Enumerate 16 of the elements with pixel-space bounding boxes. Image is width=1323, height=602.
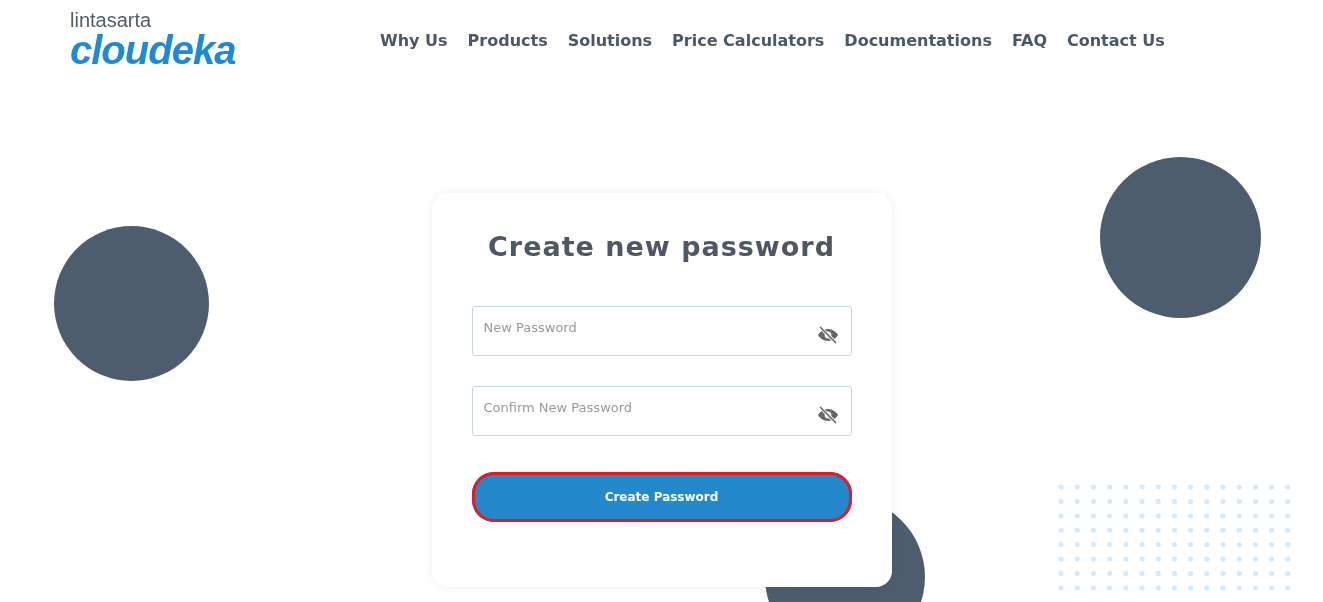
nav-link[interactable]: Contact Us — [1067, 30, 1165, 50]
nav-link[interactable]: Documentations — [844, 30, 992, 50]
form-title: Create new password — [487, 231, 836, 262]
nav-link[interactable]: Price Calculators — [672, 30, 825, 50]
password-field[interactable]: Confirm New Password — [471, 386, 852, 436]
eye-slash-icon[interactable] — [816, 406, 839, 424]
nav-link[interactable]: Why Us — [380, 30, 448, 50]
nav-link[interactable]: Solutions — [567, 30, 653, 50]
create-password-button[interactable]: Create Password — [471, 472, 852, 522]
logo-company-text: lintasarta — [70, 10, 153, 30]
logo[interactable]: lintasarta cloudeka — [70, 10, 380, 70]
password-field[interactable]: New Password — [471, 306, 852, 356]
eye-slash-icon[interactable] — [816, 326, 839, 344]
nav-link[interactable]: FAQ — [1011, 30, 1047, 50]
logo-brand-text: cloudeka — [70, 30, 236, 70]
nav-link[interactable]: Products — [467, 30, 548, 50]
